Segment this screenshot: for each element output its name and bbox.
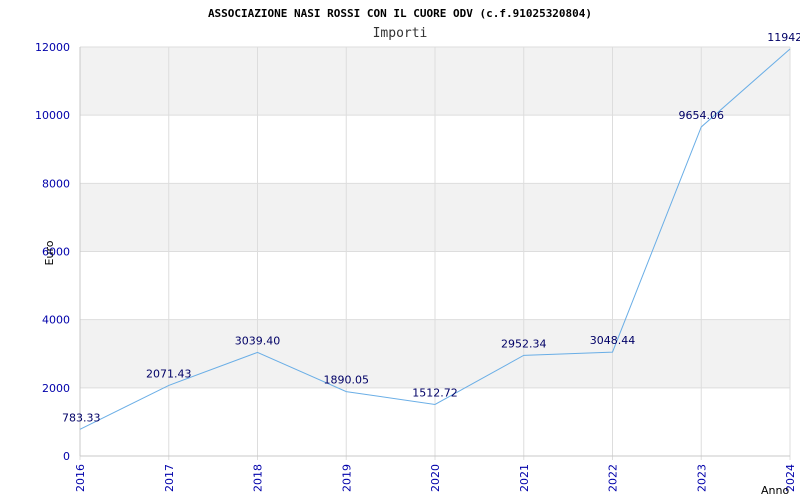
- line-chart: 020004000600080001000012000 2016 2017 2018…: [35, 7, 800, 497]
- data-label: 2952.34: [501, 337, 547, 350]
- data-label: 2071.43: [146, 367, 192, 380]
- x-tick-label: 2020: [429, 464, 442, 492]
- y-tick-label: 10000: [35, 109, 70, 122]
- y-tick-label: 12000: [35, 41, 70, 54]
- x-tick-label: 2018: [252, 464, 265, 492]
- data-label: 1512.72: [412, 386, 458, 399]
- x-tick-label: 2022: [607, 464, 620, 492]
- y-tick-label: 4000: [42, 314, 70, 327]
- data-label: 3048.44: [590, 334, 636, 347]
- x-tick-label: 2017: [163, 464, 176, 492]
- x-tick-label: 2019: [340, 464, 353, 492]
- data-label: 783.33: [62, 411, 101, 424]
- data-label: 1890.05: [324, 374, 370, 387]
- chart-title: ASSOCIAZIONE NASI ROSSI CON IL CUORE ODV…: [208, 7, 592, 20]
- data-label: 11942.4: [767, 31, 800, 44]
- y-axis-label: Euro: [43, 240, 56, 265]
- y-tick-label: 8000: [42, 177, 70, 190]
- x-axis-label: Anno: [761, 484, 789, 497]
- x-tick-label: 2021: [518, 464, 531, 492]
- x-tick-label: 2016: [74, 464, 87, 492]
- chart-root: 0 2000 4000 6000 8000 10000 12000 2016 2017 2018…: [0, 0, 800, 500]
- chart-subtitle: Importi: [373, 26, 428, 41]
- y-tick-label: 0: [63, 450, 70, 463]
- y-tick-label: 2000: [42, 382, 70, 395]
- x-tick-labels: 2016 2017 2018 2019 2020 2021 2022 2023 2024: [74, 464, 797, 492]
- x-tick-label: 2023: [695, 464, 708, 492]
- data-label: 3039.40: [235, 334, 281, 347]
- data-label: 9654.06: [679, 109, 725, 122]
